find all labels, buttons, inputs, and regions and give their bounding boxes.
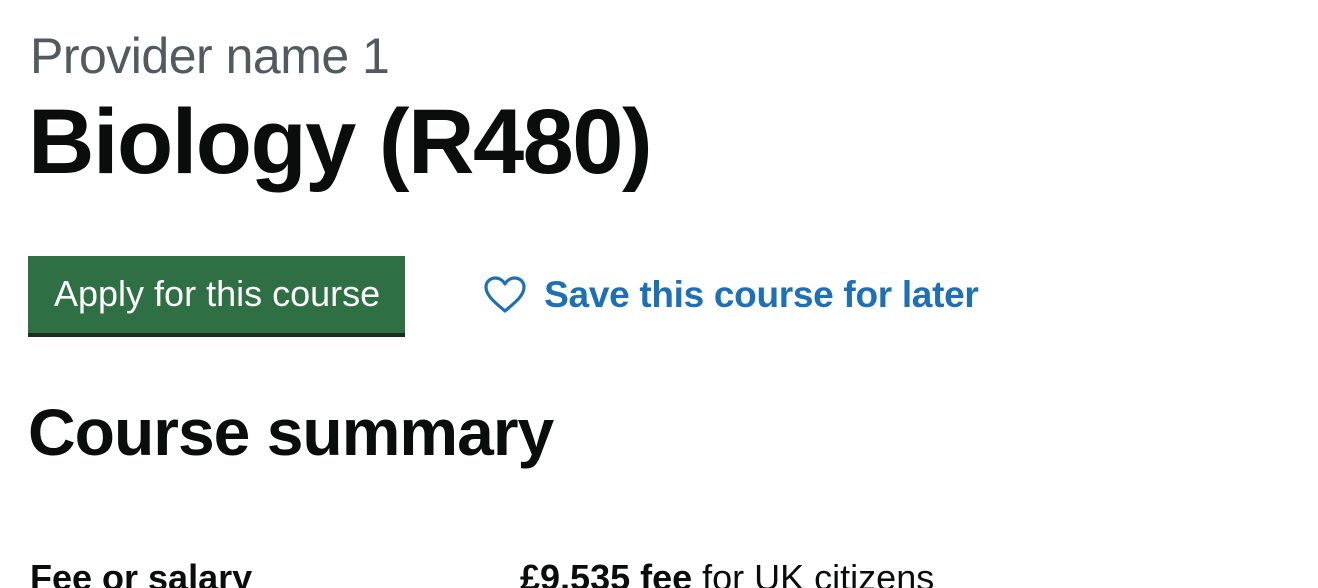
course-actions: Apply for this course Save this course f… (28, 256, 979, 333)
summary-key: Fee or salary (30, 557, 253, 588)
save-course-label: Save this course for later (544, 273, 979, 315)
apply-button[interactable]: Apply for this course (28, 256, 406, 333)
save-course-link[interactable]: Save this course for later (483, 273, 979, 315)
fee-amount: £9,535 fee (520, 557, 693, 588)
page-title: Biology (R480) (28, 91, 653, 193)
provider-caption: Provider name 1 (30, 28, 390, 84)
summary-row-fee: Fee or salary £9,535 fee for UK citizens (30, 556, 1290, 588)
course-summary-heading: Course summary (28, 395, 554, 469)
heart-icon (484, 275, 526, 313)
fee-description: for UK citizens (692, 557, 935, 588)
summary-value: £9,535 fee for UK citizens (520, 556, 934, 588)
